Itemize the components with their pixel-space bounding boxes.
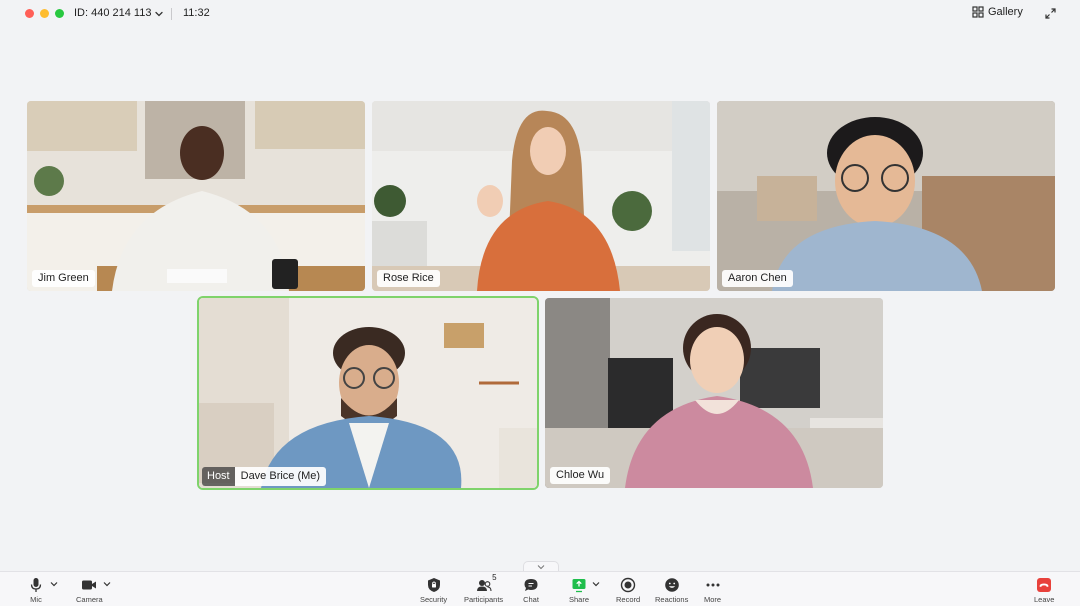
- video-camera-icon: [82, 580, 97, 590]
- reactions-button[interactable]: Reactions: [655, 577, 688, 604]
- video-tile[interactable]: Aaron Chen: [717, 101, 1055, 291]
- participants-label: Participants: [464, 595, 504, 604]
- meeting-timer: 11:32: [183, 7, 210, 19]
- video-feed: [372, 101, 710, 291]
- zoom-window-button[interactable]: [55, 9, 64, 18]
- divider: [171, 8, 172, 20]
- video-feed: [545, 298, 883, 488]
- video-tile-active-speaker[interactable]: Host Dave Brice (Me): [197, 296, 539, 490]
- gallery-view-button[interactable]: Gallery: [972, 6, 1023, 18]
- gallery-view-label: Gallery: [988, 6, 1023, 18]
- title-bar: ID: 440 214 113 11:32 Gallery: [0, 0, 1080, 28]
- share-screen-icon: [572, 579, 586, 593]
- video-tile[interactable]: Jim Green: [27, 101, 365, 291]
- leave-meeting-button[interactable]: Leave: [1034, 577, 1054, 604]
- grid-icon: [972, 6, 984, 18]
- participants-button[interactable]: 5 Participants: [464, 573, 504, 604]
- more-label: More: [704, 595, 722, 604]
- chevron-down-icon: [537, 565, 545, 570]
- camera-label: Camera: [76, 595, 103, 604]
- video-feed: [717, 101, 1055, 291]
- participant-name: Dave Brice (Me): [234, 467, 327, 486]
- mic-options-chevron-icon[interactable]: [50, 581, 58, 587]
- mic-button[interactable]: Mic: [28, 577, 44, 604]
- participant-name: Rose Rice: [377, 270, 440, 287]
- close-window-button[interactable]: [25, 9, 34, 18]
- video-feed: [27, 101, 365, 291]
- host-badge: Host: [202, 467, 235, 486]
- share-label: Share: [569, 595, 590, 604]
- participants-count: 5: [492, 573, 497, 582]
- participant-name: Aaron Chen: [722, 270, 793, 287]
- chevron-down-icon[interactable]: [154, 9, 164, 19]
- record-button[interactable]: Record: [616, 577, 640, 604]
- share-options-chevron-icon[interactable]: [592, 581, 600, 587]
- chat-bubble-icon: [524, 579, 538, 591]
- minimize-window-button[interactable]: [40, 9, 49, 18]
- people-icon: [476, 580, 492, 592]
- participant-name: Jim Green: [32, 270, 95, 287]
- chat-button[interactable]: Chat: [523, 577, 539, 604]
- meeting-toolbar: Mic Camera Security 5 Participants Chat …: [0, 571, 1080, 606]
- leave-label: Leave: [1034, 595, 1055, 604]
- microphone-icon: [30, 578, 42, 592]
- camera-options-chevron-icon[interactable]: [103, 581, 111, 587]
- smiley-icon: [664, 578, 679, 592]
- more-button[interactable]: More: [704, 577, 721, 604]
- participant-label: Host Dave Brice (Me): [202, 467, 327, 486]
- security-button[interactable]: Security: [420, 577, 447, 604]
- fullscreen-icon[interactable]: [1045, 8, 1056, 19]
- participant-name: Chloe Wu: [550, 467, 611, 484]
- mic-label: Mic: [30, 595, 42, 604]
- video-feed: [199, 298, 537, 488]
- shield-icon: [427, 578, 440, 592]
- window-controls: [25, 9, 64, 18]
- record-icon: [620, 577, 636, 593]
- meeting-id[interactable]: ID: 440 214 113: [74, 7, 151, 19]
- hang-up-icon: [1037, 578, 1052, 592]
- security-label: Security: [420, 595, 448, 604]
- record-label: Record: [616, 595, 641, 604]
- chat-label: Chat: [523, 595, 539, 604]
- camera-button[interactable]: Camera: [76, 577, 103, 604]
- video-tile[interactable]: Chloe Wu: [545, 298, 883, 488]
- reactions-label: Reactions: [655, 595, 689, 604]
- share-screen-button[interactable]: Share: [569, 577, 589, 604]
- more-dots-icon: [706, 583, 720, 587]
- video-tile[interactable]: Rose Rice: [372, 101, 710, 291]
